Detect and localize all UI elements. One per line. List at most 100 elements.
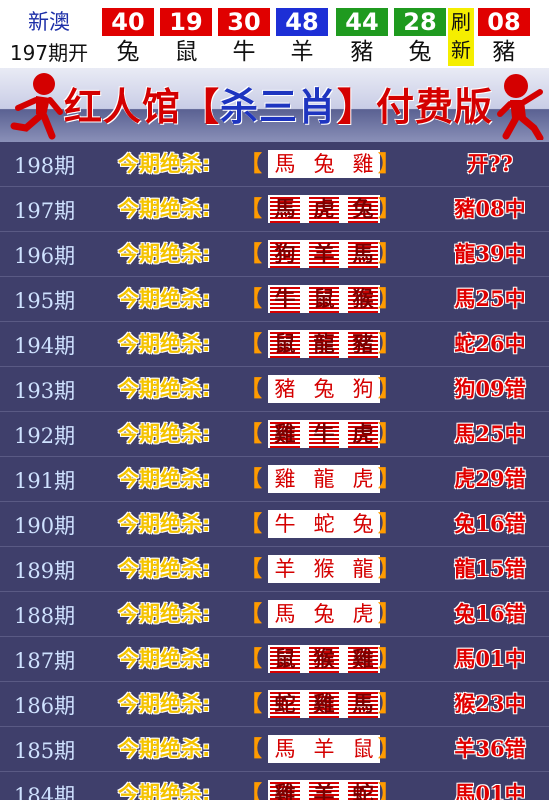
zodiac-picks: 雞羊蛇 — [268, 780, 380, 800]
bracket-left: 【 — [240, 557, 263, 582]
draw-ball-zodiac: 鼠 — [174, 39, 198, 65]
bracket-left: 【 — [240, 197, 263, 222]
draw-ball-number: 30 — [218, 8, 270, 36]
special-ball-number: 08 — [478, 8, 530, 36]
runner-left-icon — [10, 73, 63, 140]
table-row: 186期 今期绝杀: 【蛇雞馬】 猴23中 — [0, 682, 549, 727]
refresh-button[interactable]: 刷 新 — [448, 8, 474, 66]
issue-number: 196期 — [14, 244, 76, 268]
zodiac-pick: 龍 — [352, 557, 374, 581]
table-row: 195期 今期绝杀: 【牛鼠猴】 馬25中 — [0, 277, 549, 322]
issue-number: 186期 — [14, 694, 76, 718]
issue-number: 188期 — [14, 604, 76, 628]
bracket-left: 【 — [240, 152, 263, 177]
kill-label: 今期绝杀: — [118, 692, 211, 716]
table-row: 198期 今期绝杀: 【馬兔雞】 开?? — [0, 142, 549, 187]
bracket-left: 【 — [240, 782, 263, 800]
zodiac-pick: 羊 — [309, 780, 339, 800]
zodiac-pick: 兔 — [348, 195, 378, 223]
kill-label: 今期绝杀: — [118, 737, 211, 761]
bracket-right: 】 — [378, 152, 401, 177]
issue-number: 198期 — [14, 154, 76, 178]
zodiac-pick: 羊 — [313, 737, 335, 761]
refresh-label-bottom: 新 — [451, 38, 471, 62]
bracket-left: 【 — [240, 512, 263, 537]
zodiac-pick: 蛇 — [348, 780, 378, 800]
table-row: 189期 今期绝杀: 【羊猴龍】 龍15错 — [0, 547, 549, 592]
zodiac-pick: 馬 — [274, 602, 296, 626]
table-row: 196期 今期绝杀: 【狗羊馬】 龍39中 — [0, 232, 549, 277]
kill-label: 今期绝杀: — [118, 512, 211, 536]
bracket-right: 】 — [378, 332, 401, 357]
bracket-right: 】 — [378, 197, 401, 222]
zodiac-pick: 馬 — [274, 737, 296, 761]
draw-ball: 19 鼠 — [156, 8, 212, 68]
zodiac-picks: 蛇雞馬 — [268, 690, 380, 718]
draw-ball-zodiac: 兔 — [408, 39, 432, 65]
zodiac-picks: 馬羊鼠 — [268, 735, 380, 763]
zodiac-pick: 馬 — [274, 152, 296, 176]
draw-ball-number: 28 — [394, 8, 446, 36]
issue-number: 195期 — [14, 289, 76, 313]
issue-number: 194期 — [14, 334, 76, 358]
kill-label: 今期绝杀: — [118, 782, 211, 800]
bracket-right: 】 — [378, 692, 401, 717]
table-row: 193期 今期绝杀: 【豬兔狗】 狗09错 — [0, 367, 549, 412]
bracket-left: 【 — [240, 467, 263, 492]
zodiac-pick: 雞 — [348, 645, 378, 673]
table-row: 197期 今期绝杀: 【馬虎兔】 豬08中 — [0, 187, 549, 232]
zodiac-pick: 蛇 — [313, 512, 335, 536]
result-value: 兔16错 — [454, 601, 526, 626]
bracket-left: 【 — [240, 602, 263, 627]
issue-number: 190期 — [14, 514, 76, 538]
zodiac-picks: 豬兔狗 — [268, 375, 380, 403]
bracket-right: 】 — [378, 737, 401, 762]
zodiac-pick: 兔 — [313, 602, 335, 626]
kill-label: 今期绝杀: — [118, 332, 211, 356]
zodiac-picks: 鼠龍豬 — [268, 330, 380, 358]
zodiac-pick: 牛 — [274, 512, 296, 536]
zodiac-pick: 馬 — [348, 240, 378, 268]
bracket-right: 】 — [378, 287, 401, 312]
banner-title-part1: 红人馆【 — [64, 84, 221, 129]
zodiac-picks: 雞牛虎 — [268, 420, 380, 448]
bracket-left: 【 — [240, 422, 263, 447]
result-value: 馬01中 — [454, 781, 526, 800]
zodiac-pick: 兔 — [313, 377, 335, 401]
draw-ball-number: 19 — [160, 8, 212, 36]
zodiac-pick: 馬 — [348, 690, 378, 718]
issue-number: 197期 — [14, 199, 76, 223]
draw-issue-label: 197期开 — [9, 41, 89, 65]
bracket-left: 【 — [240, 377, 263, 402]
draw-ball-number: 44 — [336, 8, 388, 36]
zodiac-pick: 馬 — [270, 195, 300, 223]
result-value: 猴23中 — [454, 691, 526, 716]
kill-label: 今期绝杀: — [118, 287, 211, 311]
zodiac-picks: 狗羊馬 — [268, 240, 380, 268]
zodiac-pick: 雞 — [270, 780, 300, 800]
zodiac-pick: 猴 — [309, 645, 339, 673]
zodiac-pick: 羊 — [274, 557, 296, 581]
zodiac-pick: 豬 — [348, 330, 378, 358]
issue-number: 185期 — [14, 739, 76, 763]
bracket-left: 【 — [240, 737, 263, 762]
bracket-right: 】 — [378, 602, 401, 627]
table-row: 194期 今期绝杀: 【鼠龍豬】 蛇26中 — [0, 322, 549, 367]
refresh-label-top: 刷 — [451, 10, 471, 34]
issue-number: 193期 — [14, 379, 76, 403]
zodiac-pick: 兔 — [352, 512, 374, 536]
bracket-right: 】 — [378, 242, 401, 267]
zodiac-pick: 鼠 — [352, 737, 374, 761]
issue-number: 191期 — [14, 469, 76, 493]
kill-label: 今期绝杀: — [118, 557, 211, 581]
result-value: 兔16错 — [454, 511, 526, 536]
zodiac-pick: 虎 — [352, 467, 374, 491]
draw-ball: 44 豬 — [332, 8, 388, 68]
table-row: 184期 今期绝杀: 【雞羊蛇】 馬01中 — [0, 772, 549, 800]
zodiac-pick: 虎 — [348, 420, 378, 448]
zodiac-pick: 牛 — [309, 420, 339, 448]
kill-label: 今期绝杀: — [118, 422, 211, 446]
result-value: 狗09错 — [454, 376, 526, 401]
zodiac-pick: 蛇 — [270, 690, 300, 718]
zodiac-picks: 雞龍虎 — [268, 465, 380, 493]
